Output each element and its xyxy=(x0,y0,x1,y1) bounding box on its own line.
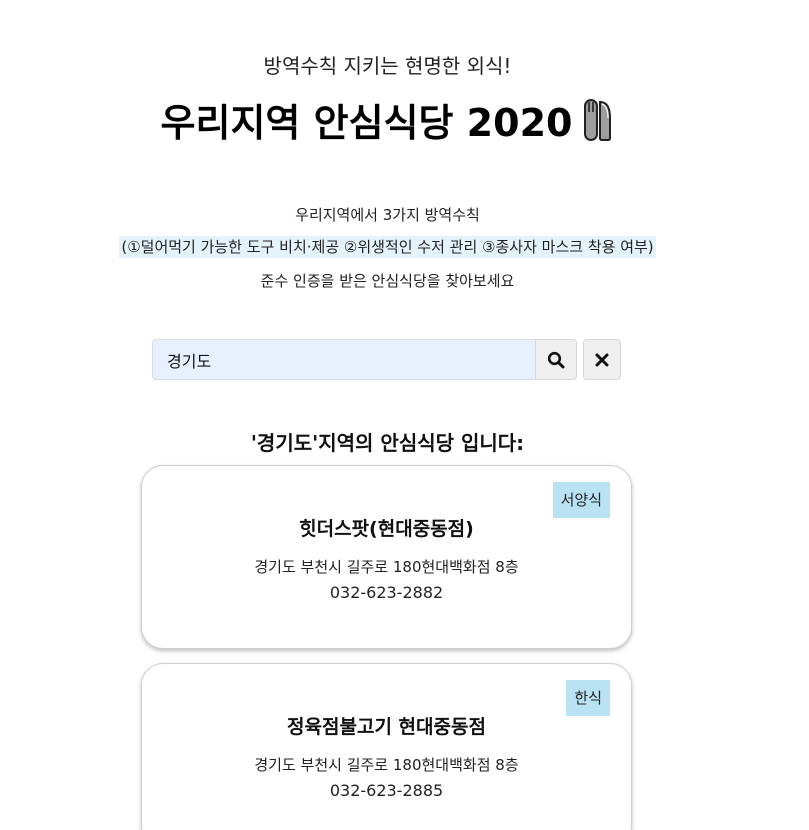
intro-line-1: 우리지역에서 3가지 방역수칙 xyxy=(295,206,480,224)
search-input[interactable] xyxy=(152,339,549,380)
page-title: 우리지역 안심식당 2020 xyxy=(160,101,573,145)
restaurant-card[interactable]: 서양식 힛더스팟(현대중동점) 경기도 부천시 길주로 180현대백화점 8층 … xyxy=(141,465,632,649)
restaurant-card[interactable]: 한식 정육점불고기 현대중동점 경기도 부천시 길주로 180현대백화점 8층 … xyxy=(141,663,632,830)
page: 방역수칙 지키는 현명한 외식! 우리지역 안심식당 2020 우리지역에서 3… xyxy=(0,0,809,830)
rules-highlight: (①덜어먹기 가능한 도구 비치·제공 ②위생적인 수저 관리 ③종사자 마스크… xyxy=(119,236,656,258)
page-subtitle: 방역수칙 지키는 현명한 외식! xyxy=(263,54,512,78)
category-badge: 서양식 xyxy=(552,482,610,518)
restaurant-phone: 032-623-2885 xyxy=(329,781,444,800)
title-row: 우리지역 안심식당 2020 xyxy=(0,92,775,147)
restaurant-name: 정육점불고기 현대중동점 xyxy=(287,716,486,738)
category-badge: 한식 xyxy=(566,680,610,716)
search-icon xyxy=(547,351,565,368)
restaurant-address: 경기도 부천시 길주로 180현대백화점 8층 xyxy=(254,558,519,576)
restaurant-address: 경기도 부천시 길주로 180현대백화점 8층 xyxy=(254,756,519,774)
restaurant-phone: 032-623-2882 xyxy=(329,583,444,602)
fork-knife-icon xyxy=(582,98,614,142)
intro-line-2: (①덜어먹기 가능한 도구 비치·제공 ②위생적인 수저 관리 ③종사자 마스크… xyxy=(0,236,775,258)
intro-line-3: 준수 인증을 받은 안심식당을 찾아보세요 xyxy=(260,272,515,290)
search-button[interactable] xyxy=(535,339,577,380)
close-icon xyxy=(595,353,609,366)
search-bar xyxy=(152,339,622,380)
clear-button[interactable] xyxy=(583,339,621,380)
restaurant-name: 힛더스팟(현대중동점) xyxy=(299,518,474,540)
results-heading: '경기도'지역의 안심식당 입니다: xyxy=(250,431,525,455)
